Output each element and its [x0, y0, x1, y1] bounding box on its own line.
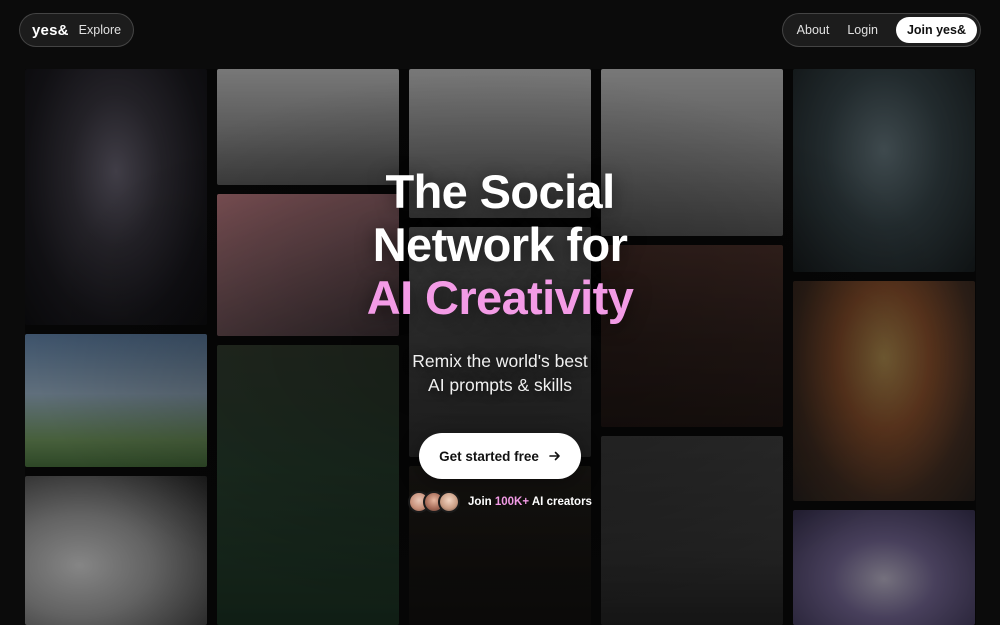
hero-headline-accent: AI Creativity: [366, 271, 634, 324]
hero-headline-line1: The Social: [385, 165, 615, 218]
nav-right-pill: About Login Join yes&: [781, 13, 981, 47]
avatar: [438, 491, 461, 513]
nav-explore-link[interactable]: Explore: [79, 23, 121, 37]
social-proof-prefix: Join: [468, 496, 492, 508]
hero-subheading-line2: AI prompts & skills: [428, 375, 572, 395]
logo[interactable]: yes&: [32, 22, 69, 39]
hero-headline: The Social Network for AI Creativity: [0, 165, 1000, 324]
nav-left-pill: yes& Explore: [19, 13, 135, 47]
get-started-label: Get started free: [439, 448, 539, 464]
arrow-right-icon: [549, 451, 560, 461]
nav-login-link[interactable]: Login: [847, 23, 878, 37]
social-proof-text: Join 100K+ AI creators: [468, 496, 592, 508]
social-proof-count: 100K+: [494, 496, 530, 508]
page: yes& Explore About Login Join yes& The S…: [0, 0, 1000, 625]
gallery-image-fairy-cat[interactable]: [793, 510, 975, 625]
hero-headline-line2: Network for: [372, 218, 628, 271]
hero: The Social Network for AI Creativity Rem…: [0, 165, 1000, 518]
hero-subheading-line1: Remix the world's best: [412, 351, 588, 371]
get-started-button[interactable]: Get started free: [419, 433, 581, 479]
social-proof: Join 100K+ AI creators: [408, 491, 592, 513]
hero-subheading: Remix the world's best AI prompts & skil…: [0, 349, 1000, 397]
join-button[interactable]: Join yes&: [895, 17, 977, 43]
nav-about-link[interactable]: About: [797, 23, 830, 37]
creator-avatars: [408, 491, 461, 513]
social-proof-suffix: AI creators: [531, 496, 592, 508]
